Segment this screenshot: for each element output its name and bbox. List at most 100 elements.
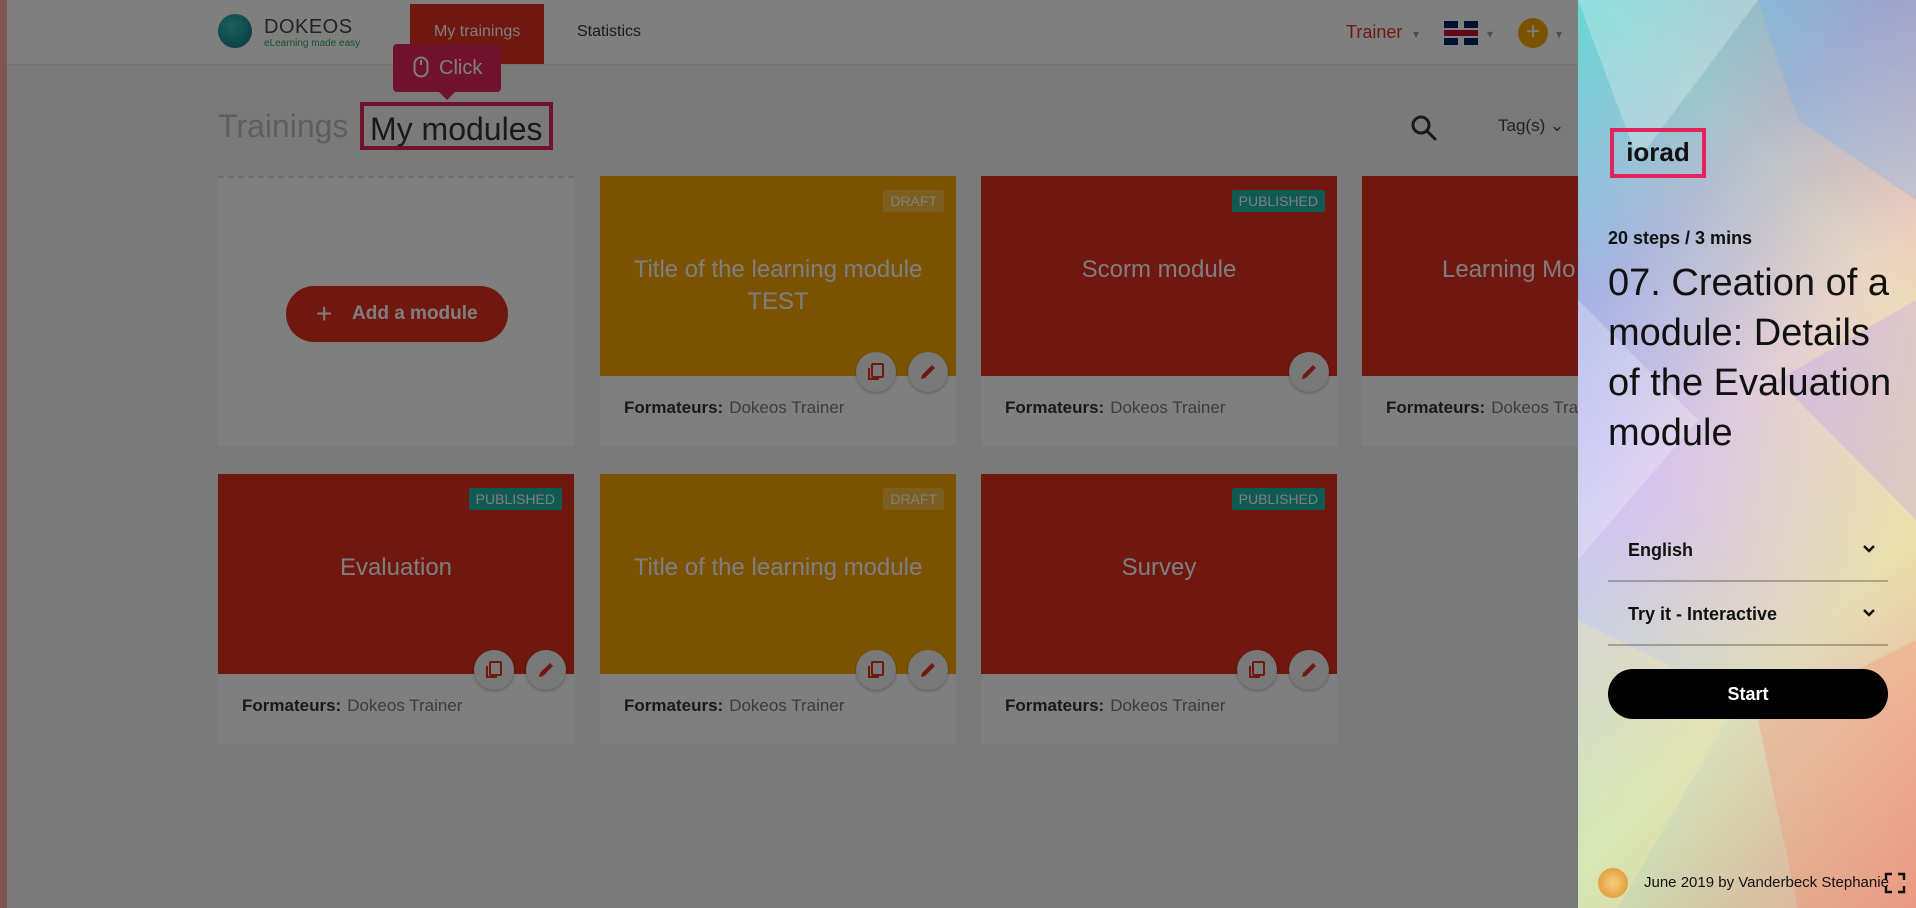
pencil-icon bbox=[921, 365, 935, 379]
dokeos-app: DOKEOS eLearning made easy My trainings … bbox=[0, 0, 1578, 908]
trainer-name: Dokeos Trainer bbox=[1110, 696, 1226, 715]
pencil-icon bbox=[1302, 365, 1316, 379]
trainer-label: Formateurs: bbox=[1386, 398, 1486, 417]
status-badge: DRAFT bbox=[883, 190, 944, 212]
guide-title: 07. Creation of a module: Details of the… bbox=[1608, 262, 1892, 454]
tags-filter-label: Tag(s) bbox=[1498, 116, 1546, 135]
author-avatar bbox=[1598, 868, 1628, 898]
status-badge: DRAFT bbox=[883, 488, 944, 510]
copy-icon bbox=[1249, 661, 1265, 678]
edit-button[interactable] bbox=[1289, 650, 1329, 690]
module-card[interactable]: PUBLISHED Survey Formateurs: Dokeos Train… bbox=[981, 474, 1337, 744]
trainer-name: Dokeos Trainer bbox=[347, 696, 463, 715]
add-module-label: Add a module bbox=[352, 303, 478, 324]
pencil-icon bbox=[1302, 663, 1316, 677]
mouse-icon bbox=[413, 56, 429, 78]
iorad-side-panel: iorad 20 steps / 3 mins 07. Creation of … bbox=[1578, 0, 1916, 908]
module-title: Scorm module bbox=[1081, 256, 1237, 283]
module-title: Survey bbox=[1121, 554, 1197, 581]
uk-flag-icon[interactable] bbox=[1444, 21, 1478, 45]
copy-icon bbox=[868, 661, 884, 678]
status-badge: PUBLISHED bbox=[468, 488, 562, 510]
copy-icon bbox=[868, 363, 884, 380]
module-card[interactable]: PUBLISHED Evaluation Formateurs: Dokeos T… bbox=[218, 474, 574, 744]
breadcrumb-my-modules[interactable]: My modules bbox=[360, 102, 553, 150]
chevron-down-icon bbox=[1863, 545, 1875, 553]
tags-filter[interactable]: Tag(s) ⌄ bbox=[1498, 116, 1564, 136]
copy-button[interactable] bbox=[474, 650, 514, 690]
module-title: Title of the learning module TEST bbox=[633, 256, 923, 315]
edit-button[interactable] bbox=[908, 650, 948, 690]
module-trainer: Formateurs: Dokeos Trainer bbox=[1005, 398, 1225, 418]
module-trainer: Formateurs: Dokeos Train bbox=[1386, 398, 1578, 418]
plus-icon: + bbox=[316, 298, 333, 329]
module-card[interactable]: Learning Mo Formateurs: Dokeos Train bbox=[1362, 176, 1578, 446]
trainer-name: Dokeos Trainer bbox=[1110, 398, 1226, 417]
add-module-card: + Add a module bbox=[218, 176, 574, 446]
trainer-name: Dokeos Trainer bbox=[729, 398, 845, 417]
top-navbar: DOKEOS eLearning made easy My trainings … bbox=[0, 0, 1578, 65]
role-menu[interactable]: Trainer bbox=[1346, 22, 1402, 43]
status-badge: PUBLISHED bbox=[1231, 190, 1325, 212]
pencil-icon bbox=[921, 663, 935, 677]
language-value: English bbox=[1628, 540, 1694, 560]
chevron-down-icon: ▾ bbox=[1487, 27, 1494, 41]
module-trainer: Formateurs: Dokeos Trainer bbox=[1005, 696, 1225, 716]
left-edge-strip bbox=[0, 0, 7, 908]
module-card-cover[interactable]: DRAFT Title of the learning module bbox=[600, 474, 956, 674]
module-title: Learning Mo bbox=[1442, 256, 1576, 283]
module-title: Title of the learning module bbox=[633, 554, 923, 581]
module-card[interactable]: PUBLISHED Scorm module Formateurs: Dokeos… bbox=[981, 176, 1337, 446]
chevron-down-icon bbox=[1863, 609, 1875, 617]
steps-duration: 20 steps / 3 mins bbox=[1608, 228, 1753, 248]
chevron-down-icon: ▾ bbox=[1413, 27, 1420, 41]
trainer-name: Dokeos Trainer bbox=[729, 696, 845, 715]
module-card[interactable]: DRAFT Title of the learning module Forma… bbox=[600, 474, 956, 744]
chevron-down-icon: ⌄ bbox=[1549, 116, 1565, 135]
copy-icon bbox=[486, 661, 502, 678]
trainer-label: Formateurs: bbox=[1005, 398, 1105, 417]
trainer-name: Dokeos Train bbox=[1491, 398, 1578, 417]
breadcrumb-trainings[interactable]: Trainings bbox=[218, 108, 348, 145]
logo-name: DOKEOS bbox=[264, 16, 353, 38]
tab-statistics[interactable]: Statistics bbox=[553, 4, 665, 64]
module-card-cover[interactable]: Learning Mo bbox=[1362, 176, 1578, 376]
status-badge: PUBLISHED bbox=[1231, 488, 1325, 510]
mode-value: Try it - Interactive bbox=[1628, 604, 1778, 624]
iorad-logo: iorad bbox=[1610, 128, 1706, 178]
module-trainer: Formateurs: Dokeos Trainer bbox=[242, 696, 462, 716]
edit-button[interactable] bbox=[526, 650, 566, 690]
copy-button[interactable] bbox=[1237, 650, 1277, 690]
add-module-button[interactable]: + Add a module bbox=[286, 286, 508, 342]
copy-button[interactable] bbox=[856, 650, 896, 690]
fullscreen-icon[interactable] bbox=[1884, 872, 1906, 894]
create-menu-plus-icon[interactable]: + bbox=[1518, 18, 1548, 48]
module-trainer: Formateurs: Dokeos Trainer bbox=[624, 398, 844, 418]
logo-mark-icon bbox=[218, 14, 252, 48]
start-button[interactable]: Start bbox=[1608, 669, 1888, 719]
module-trainer: Formateurs: Dokeos Trainer bbox=[624, 696, 844, 716]
pencil-icon bbox=[539, 663, 553, 677]
author-credit: June 2019 by Vanderbeck Stephanie bbox=[1644, 874, 1889, 891]
module-card-cover[interactable]: PUBLISHED Survey bbox=[981, 474, 1337, 674]
edit-button[interactable] bbox=[1289, 352, 1329, 392]
trainer-label: Formateurs: bbox=[624, 696, 724, 715]
edit-button[interactable] bbox=[908, 352, 948, 392]
module-card-cover[interactable]: DRAFT Title of the learning module TEST bbox=[600, 176, 956, 376]
tooltip-label: Click bbox=[439, 57, 483, 79]
module-card[interactable]: DRAFT Title of the learning module TEST … bbox=[600, 176, 956, 446]
language-select[interactable]: English bbox=[1608, 526, 1888, 582]
copy-button[interactable] bbox=[856, 352, 896, 392]
trainer-label: Formateurs: bbox=[624, 398, 724, 417]
dokeos-logo[interactable]: DOKEOS eLearning made easy bbox=[218, 12, 361, 52]
search-icon[interactable] bbox=[1410, 114, 1438, 142]
trainer-label: Formateurs: bbox=[1005, 696, 1105, 715]
module-card-cover[interactable]: PUBLISHED Evaluation bbox=[218, 474, 574, 674]
trainer-label: Formateurs: bbox=[242, 696, 342, 715]
logo-tagline: eLearning made easy bbox=[264, 38, 361, 49]
mode-select[interactable]: Try it - Interactive bbox=[1608, 590, 1888, 646]
module-card-cover[interactable]: PUBLISHED Scorm module bbox=[981, 176, 1337, 376]
module-title: Evaluation bbox=[339, 554, 453, 581]
chevron-down-icon: ▾ bbox=[1556, 27, 1563, 41]
click-hint-tooltip: Click bbox=[393, 44, 501, 100]
